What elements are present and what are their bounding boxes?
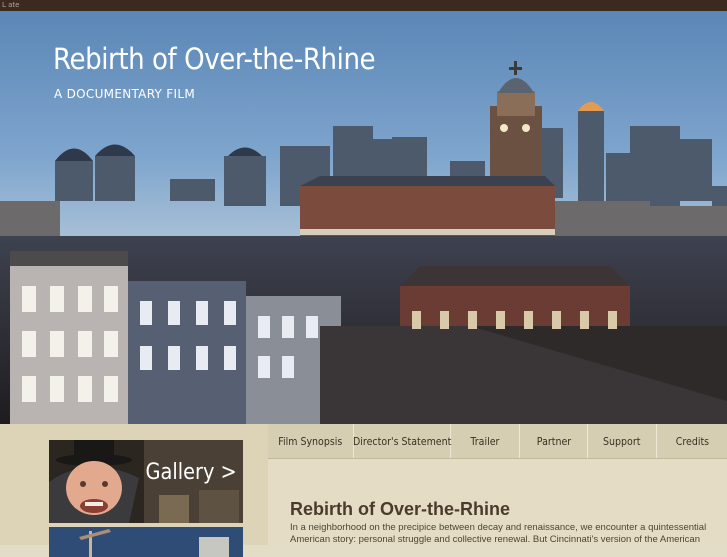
hero-banner: Rebirth of Over-the-Rhine A DOCUMENTARY …: [0, 11, 727, 424]
site-title: Rebirth of Over-the-Rhine: [53, 42, 376, 76]
sidebar: Gallery >: [0, 424, 268, 557]
secondary-tile-link[interactable]: [49, 527, 243, 557]
content-area: Gallery > Film Synopsis Director's State…: [0, 424, 727, 557]
nav-trailer[interactable]: Trailer: [451, 424, 520, 458]
nav-label: Support: [603, 434, 641, 448]
nav-film-synopsis[interactable]: Film Synopsis: [268, 424, 354, 458]
content-title: Rebirth of Over-the-Rhine: [290, 499, 511, 519]
nav-label: Trailer: [470, 434, 500, 448]
gallery-link[interactable]: Gallery >: [49, 440, 243, 523]
top-bar: L ate: [0, 0, 727, 11]
nav-support[interactable]: Support: [588, 424, 657, 458]
nav-label: Film Synopsis: [278, 434, 343, 448]
nav-credits[interactable]: Credits: [657, 424, 727, 458]
site-subtitle: A DOCUMENTARY FILM: [54, 87, 195, 101]
nav-partner[interactable]: Partner: [520, 424, 588, 458]
nav-label: Director's Statement: [352, 434, 452, 448]
nav-label: Partner: [536, 434, 571, 448]
neighborhood-photo: [49, 527, 243, 557]
nav-directors-statement[interactable]: Director's Statement: [352, 424, 452, 458]
gallery-label: Gallery >: [145, 460, 237, 485]
top-bar-text: L ate: [2, 1, 20, 9]
nav-label: Credits: [675, 434, 709, 448]
main-nav: Film Synopsis Director's Statement Trail…: [268, 424, 727, 459]
content-paragraph: In a neighborhood on the precipice betwe…: [290, 522, 707, 545]
